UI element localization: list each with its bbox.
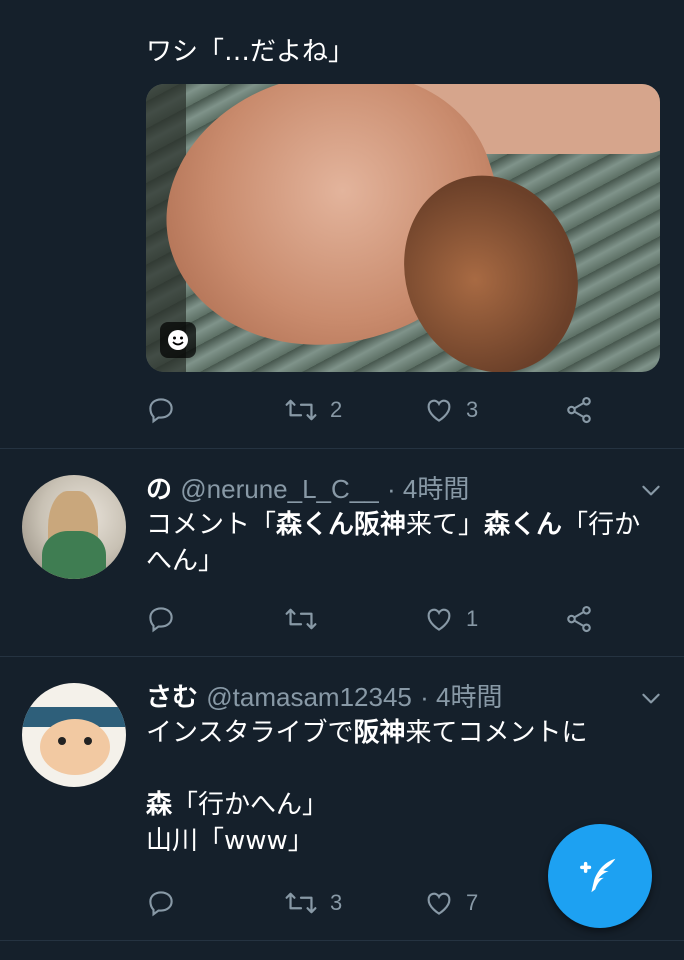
- compose-tweet-button[interactable]: [548, 824, 652, 928]
- like-icon: [427, 892, 451, 915]
- display-name[interactable]: の: [146, 475, 172, 505]
- text-part: 来て」: [406, 510, 485, 540]
- display-name[interactable]: さむ: [146, 683, 198, 713]
- share-icon: [567, 605, 591, 633]
- text-part: コメント「: [146, 510, 277, 540]
- avatar[interactable]: [22, 475, 126, 579]
- tweet-text: コメント「森くん阪神来て」森くん「行かへん」: [146, 507, 666, 579]
- tweet-1[interactable]: ワシ「…だよね」 2 3: [0, 0, 684, 448]
- tweet-text-line: 山川「www」: [146, 826, 314, 856]
- tweet-text-line: 森「行かへん」: [146, 787, 328, 823]
- like-button[interactable]: 7: [424, 883, 478, 923]
- handle[interactable]: @nerune_L_C__: [180, 474, 378, 504]
- tweet-text-line: インスタライブで阪神来てコメントに: [146, 715, 588, 751]
- avatar-eye: [58, 737, 66, 745]
- reply-icon: [149, 398, 173, 424]
- timestamp[interactable]: · 4時間: [387, 474, 469, 504]
- avatar-shirt: [42, 531, 106, 579]
- text-highlight: 森くん阪神: [276, 510, 407, 540]
- tweet-2[interactable]: の @nerune_L_C__ · 4時間 コメント「森くん阪神来て」森くん「行…: [0, 449, 684, 655]
- chevron-down-icon[interactable]: [638, 477, 664, 503]
- like-icon: [427, 608, 451, 631]
- tweet-media[interactable]: [146, 84, 660, 372]
- avatar-face: [40, 719, 110, 775]
- like-count: 1: [466, 606, 479, 631]
- retweet-icon: [285, 608, 317, 630]
- retweet-icon: [285, 892, 317, 914]
- like-count: 7: [466, 890, 479, 915]
- tweet-actions: 2 3: [146, 390, 616, 430]
- like-button[interactable]: 1: [424, 599, 478, 639]
- gif-face-icon[interactable]: [160, 322, 196, 358]
- text-highlight: 森くん: [484, 510, 563, 540]
- reply-icon: [149, 607, 173, 633]
- compose-tweet-icon: [580, 858, 616, 893]
- tweet-actions: 3 7: [146, 883, 616, 923]
- share-button[interactable]: [564, 599, 594, 639]
- reply-button[interactable]: [146, 883, 176, 923]
- retweet-icon: [285, 399, 317, 421]
- tweet-header: さむ @tamasam12345 · 4時間: [146, 679, 503, 716]
- avatar-eye: [84, 737, 92, 745]
- retweet-count: 3: [330, 890, 343, 915]
- retweet-button[interactable]: [284, 599, 318, 639]
- tweet-actions: 1: [146, 599, 616, 639]
- chevron-down-icon[interactable]: [638, 685, 664, 711]
- like-count: 3: [466, 397, 479, 422]
- reply-button[interactable]: [146, 599, 176, 639]
- handle[interactable]: @tamasam12345: [206, 682, 412, 712]
- tweet-header: の @nerune_L_C__ · 4時間: [146, 471, 469, 508]
- retweet-button[interactable]: 2: [284, 390, 342, 430]
- retweet-button[interactable]: 3: [284, 883, 342, 923]
- text-highlight: 森: [146, 790, 173, 820]
- like-button[interactable]: 3: [424, 390, 478, 430]
- share-icon: [567, 396, 591, 424]
- text-part: 「行かへん」: [172, 790, 329, 820]
- text-highlight: 阪神: [353, 718, 406, 748]
- text-part: インスタライブで: [146, 718, 354, 748]
- reply-button[interactable]: [146, 390, 176, 430]
- timestamp[interactable]: · 4時間: [420, 682, 502, 712]
- like-icon: [427, 399, 451, 422]
- share-button[interactable]: [564, 390, 594, 430]
- tweet-text: ワシ「…だよね」: [146, 37, 355, 67]
- text-part: 来てコメントに: [405, 718, 588, 748]
- avatar[interactable]: [22, 683, 126, 787]
- reply-icon: [149, 891, 173, 917]
- retweet-count: 2: [330, 397, 343, 422]
- divider: [0, 940, 684, 941]
